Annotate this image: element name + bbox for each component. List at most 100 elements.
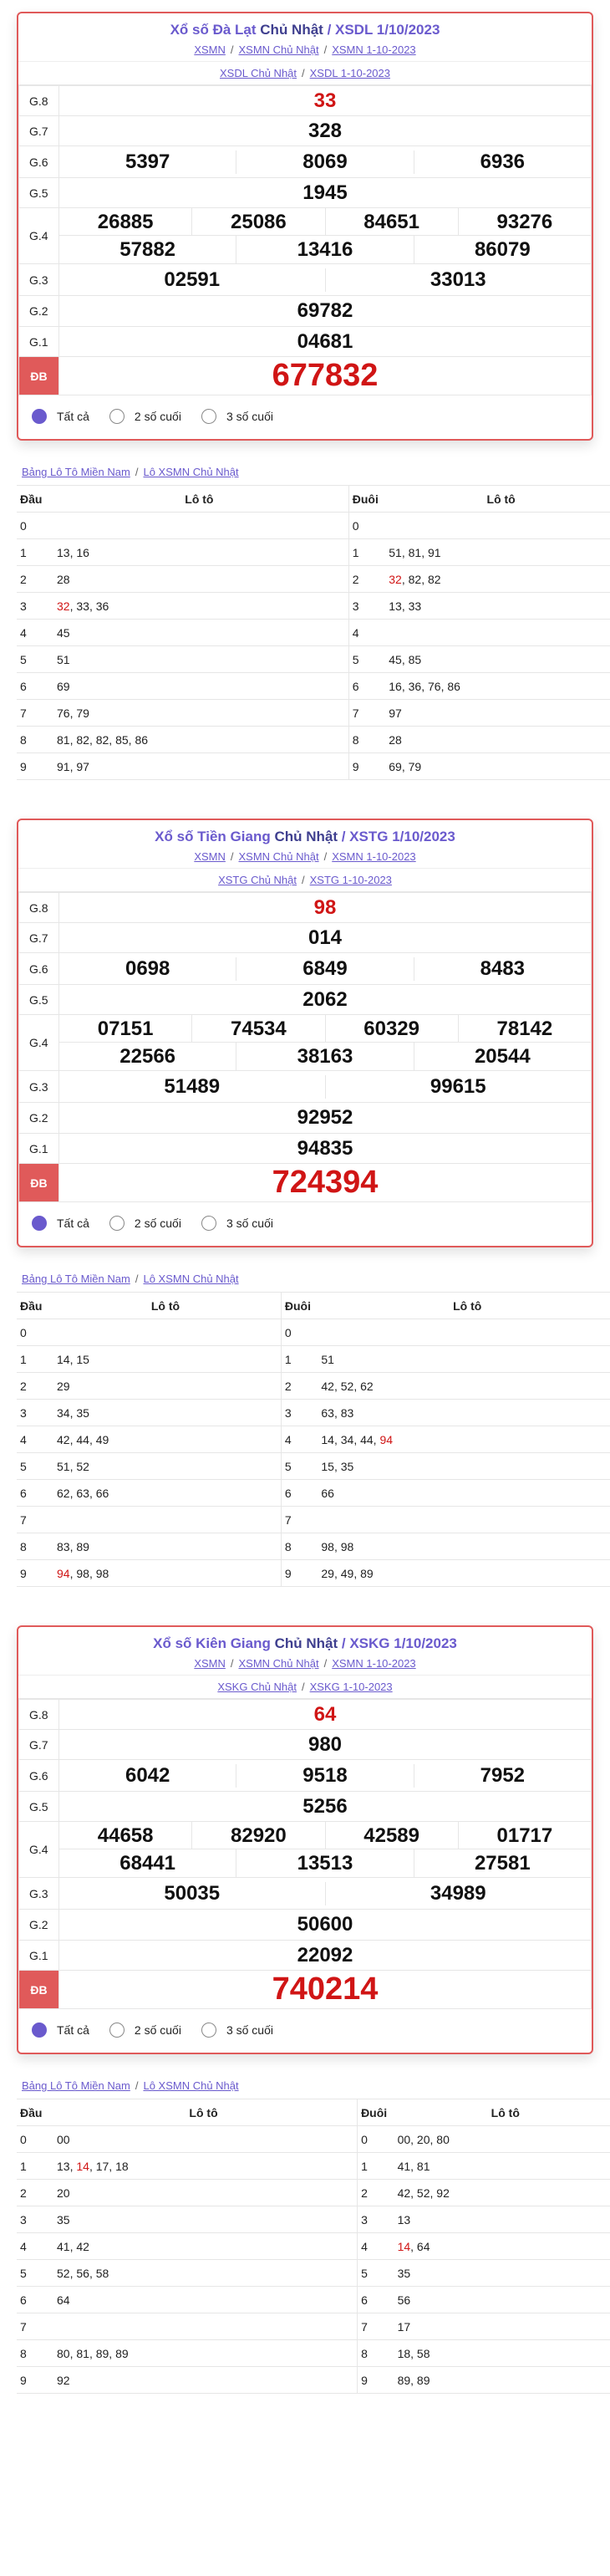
radio-all[interactable]: Tất cả [32,2023,89,2038]
prize-row-g8: G.8 98 [18,892,592,923]
duoi-digit: 2 [281,1372,315,1400]
link-xsmn[interactable]: XSMN [194,43,226,56]
dau-digit: 7 [17,699,50,727]
col-head-duoi: Đuôi [357,2099,391,2126]
special-prize-value: 677832 [58,356,592,395]
col-head-loto: Lô tô [50,1292,282,1319]
prize-value: 20544 [413,1043,591,1070]
dau-values: 80, 81, 89, 89 [50,2339,358,2367]
link-province-date[interactable]: XSDL 1-10-2023 [310,67,390,79]
radio-3-digits[interactable]: 3 số cuối [201,409,273,424]
radio-2-digits[interactable]: 2 số cuối [109,409,181,424]
special-prize-label: ĐB [18,1163,59,1202]
radio-dot-icon[interactable] [32,2023,47,2038]
lottery-section: Xổ số Tiền Giang Chủ Nhật / XSTG 1/10/20… [0,819,610,1625]
title-province[interactable]: Xổ số Kiên Giang [153,1635,271,1651]
link-xsmn-date[interactable]: XSMN 1-10-2023 [332,850,415,863]
link-province-date[interactable]: XSKG 1-10-2023 [310,1681,393,1693]
link-xsmn[interactable]: XSMN [194,1657,226,1670]
radio-dot-icon[interactable] [201,409,216,424]
loto-row: 2 28 2 32, 82, 82 [17,565,610,593]
radio-3-digits[interactable]: 3 số cuối [201,1216,273,1231]
region-links: XSMN / XSMN Chủ Nhật / XSMN 1-10-2023 [194,43,416,56]
duoi-values: 63, 83 [314,1399,610,1426]
loto-number: 45 [57,625,70,640]
radio-dot-icon[interactable] [32,1216,47,1231]
loto-number: 76 [57,706,70,720]
radio-dot-icon[interactable] [109,409,125,424]
loto-row: 7 7 17 [17,2313,610,2340]
link-province-day[interactable]: XSDL Chủ Nhật [220,67,297,79]
radio-2-digits[interactable]: 2 số cuối [109,2023,181,2038]
radio-all[interactable]: Tất cả [32,409,89,424]
title-province[interactable]: Xổ số Đà Lạt [170,22,257,38]
dau-digit: 9 [17,1559,50,1587]
loto-number: 34 [57,1405,70,1420]
title-code[interactable]: / XSKG 1/10/2023 [342,1635,457,1651]
loto-number: 81 [416,2159,430,2173]
link-xsmn-date[interactable]: XSMN 1-10-2023 [332,43,415,56]
loto-number: 36 [95,599,109,613]
radio-all[interactable]: Tất cả [32,1216,89,1231]
radio-label: Tất cả [57,1217,89,1230]
title-day[interactable]: Chủ Nhật [275,1635,338,1651]
link-province-day[interactable]: XSKG Chủ Nhật [217,1681,297,1693]
title-day[interactable]: Chủ Nhật [260,22,323,38]
loto-number: 85 [408,652,422,666]
dau-values: 13, 14, 17, 18 [50,2152,358,2180]
dau-values: 81, 82, 82, 85, 86 [50,726,349,753]
loto-row: 4 41, 42 4 14, 64 [17,2232,610,2260]
duoi-values: 18, 58 [390,2339,610,2367]
title-province[interactable]: Xổ số Tiền Giang [155,829,271,844]
title-code[interactable]: / XSDL 1/10/2023 [328,22,440,38]
radio-dot-icon[interactable] [109,1216,125,1231]
link-loto-board[interactable]: Bảng Lô Tô Miền Nam [22,466,130,478]
duoi-digit: 3 [348,592,383,620]
radio-dot-icon[interactable] [32,409,47,424]
dau-values [50,512,349,539]
link-province-date[interactable]: XSTG 1-10-2023 [310,874,392,886]
loto-number: 98 [321,1539,334,1553]
radio-dot-icon[interactable] [201,2023,216,2038]
link-xsmn-day[interactable]: XSMN Chủ Nhật [239,1657,319,1670]
link-xsmn-date[interactable]: XSMN 1-10-2023 [332,1657,415,1670]
province-links: XSTG Chủ Nhật / XSTG 1-10-2023 [18,868,592,892]
prize-label: G.7 [18,922,59,953]
dau-digit: 1 [17,538,50,566]
link-xsmn-day[interactable]: XSMN Chủ Nhật [239,43,319,56]
link-loto-board[interactable]: Bảng Lô Tô Miền Nam [22,2079,130,2092]
prize-value: 328 [58,115,592,146]
duoi-digit: 3 [357,2206,391,2233]
link-province-day[interactable]: XSTG Chủ Nhật [218,874,297,886]
loto-number: 63 [321,1405,334,1420]
loto-row: 2 20 2 42, 52, 92 [17,2179,610,2206]
loto-number: 13 [57,2159,70,2173]
duoi-digit: 8 [281,1533,315,1560]
radio-dot-icon[interactable] [109,2023,125,2038]
link-loto-day[interactable]: Lô XSMN Chủ Nhật [143,2079,238,2092]
radio-2-digits[interactable]: 2 số cuối [109,1216,181,1231]
region-links: XSMN / XSMN Chủ Nhật / XSMN 1-10-2023 [194,1657,416,1670]
link-loto-day[interactable]: Lô XSMN Chủ Nhật [143,1273,238,1285]
title-code[interactable]: / XSTG 1/10/2023 [342,829,455,844]
link-xsmn-day[interactable]: XSMN Chủ Nhật [239,850,319,863]
link-loto-day[interactable]: Lô XSMN Chủ Nhật [143,466,238,478]
prize-value: 51489 [164,1074,221,1098]
loto-number: 82 [427,572,441,586]
duoi-values: 35 [390,2259,610,2287]
link-xsmn[interactable]: XSMN [194,850,226,863]
dau-values: 13, 16 [50,538,349,566]
radio-3-digits[interactable]: 3 số cuối [201,2023,273,2038]
loto-number: 13 [397,2212,411,2227]
prize-value: 82920 [191,1821,324,1849]
dau-values: 41, 42 [50,2232,358,2260]
loto-number: 35 [76,1405,89,1420]
loto-number: 33 [408,599,422,613]
title-day[interactable]: Chủ Nhật [274,829,338,844]
loto-links: Bảng Lô Tô Miền Nam / Lô XSMN Chủ Nhật [22,1273,239,1285]
prize-value: 1945 [58,177,592,208]
loto-number: 20 [57,2186,70,2200]
link-loto-board[interactable]: Bảng Lô Tô Miền Nam [22,1273,130,1285]
duoi-digit: 9 [348,752,383,780]
radio-dot-icon[interactable] [201,1216,216,1231]
